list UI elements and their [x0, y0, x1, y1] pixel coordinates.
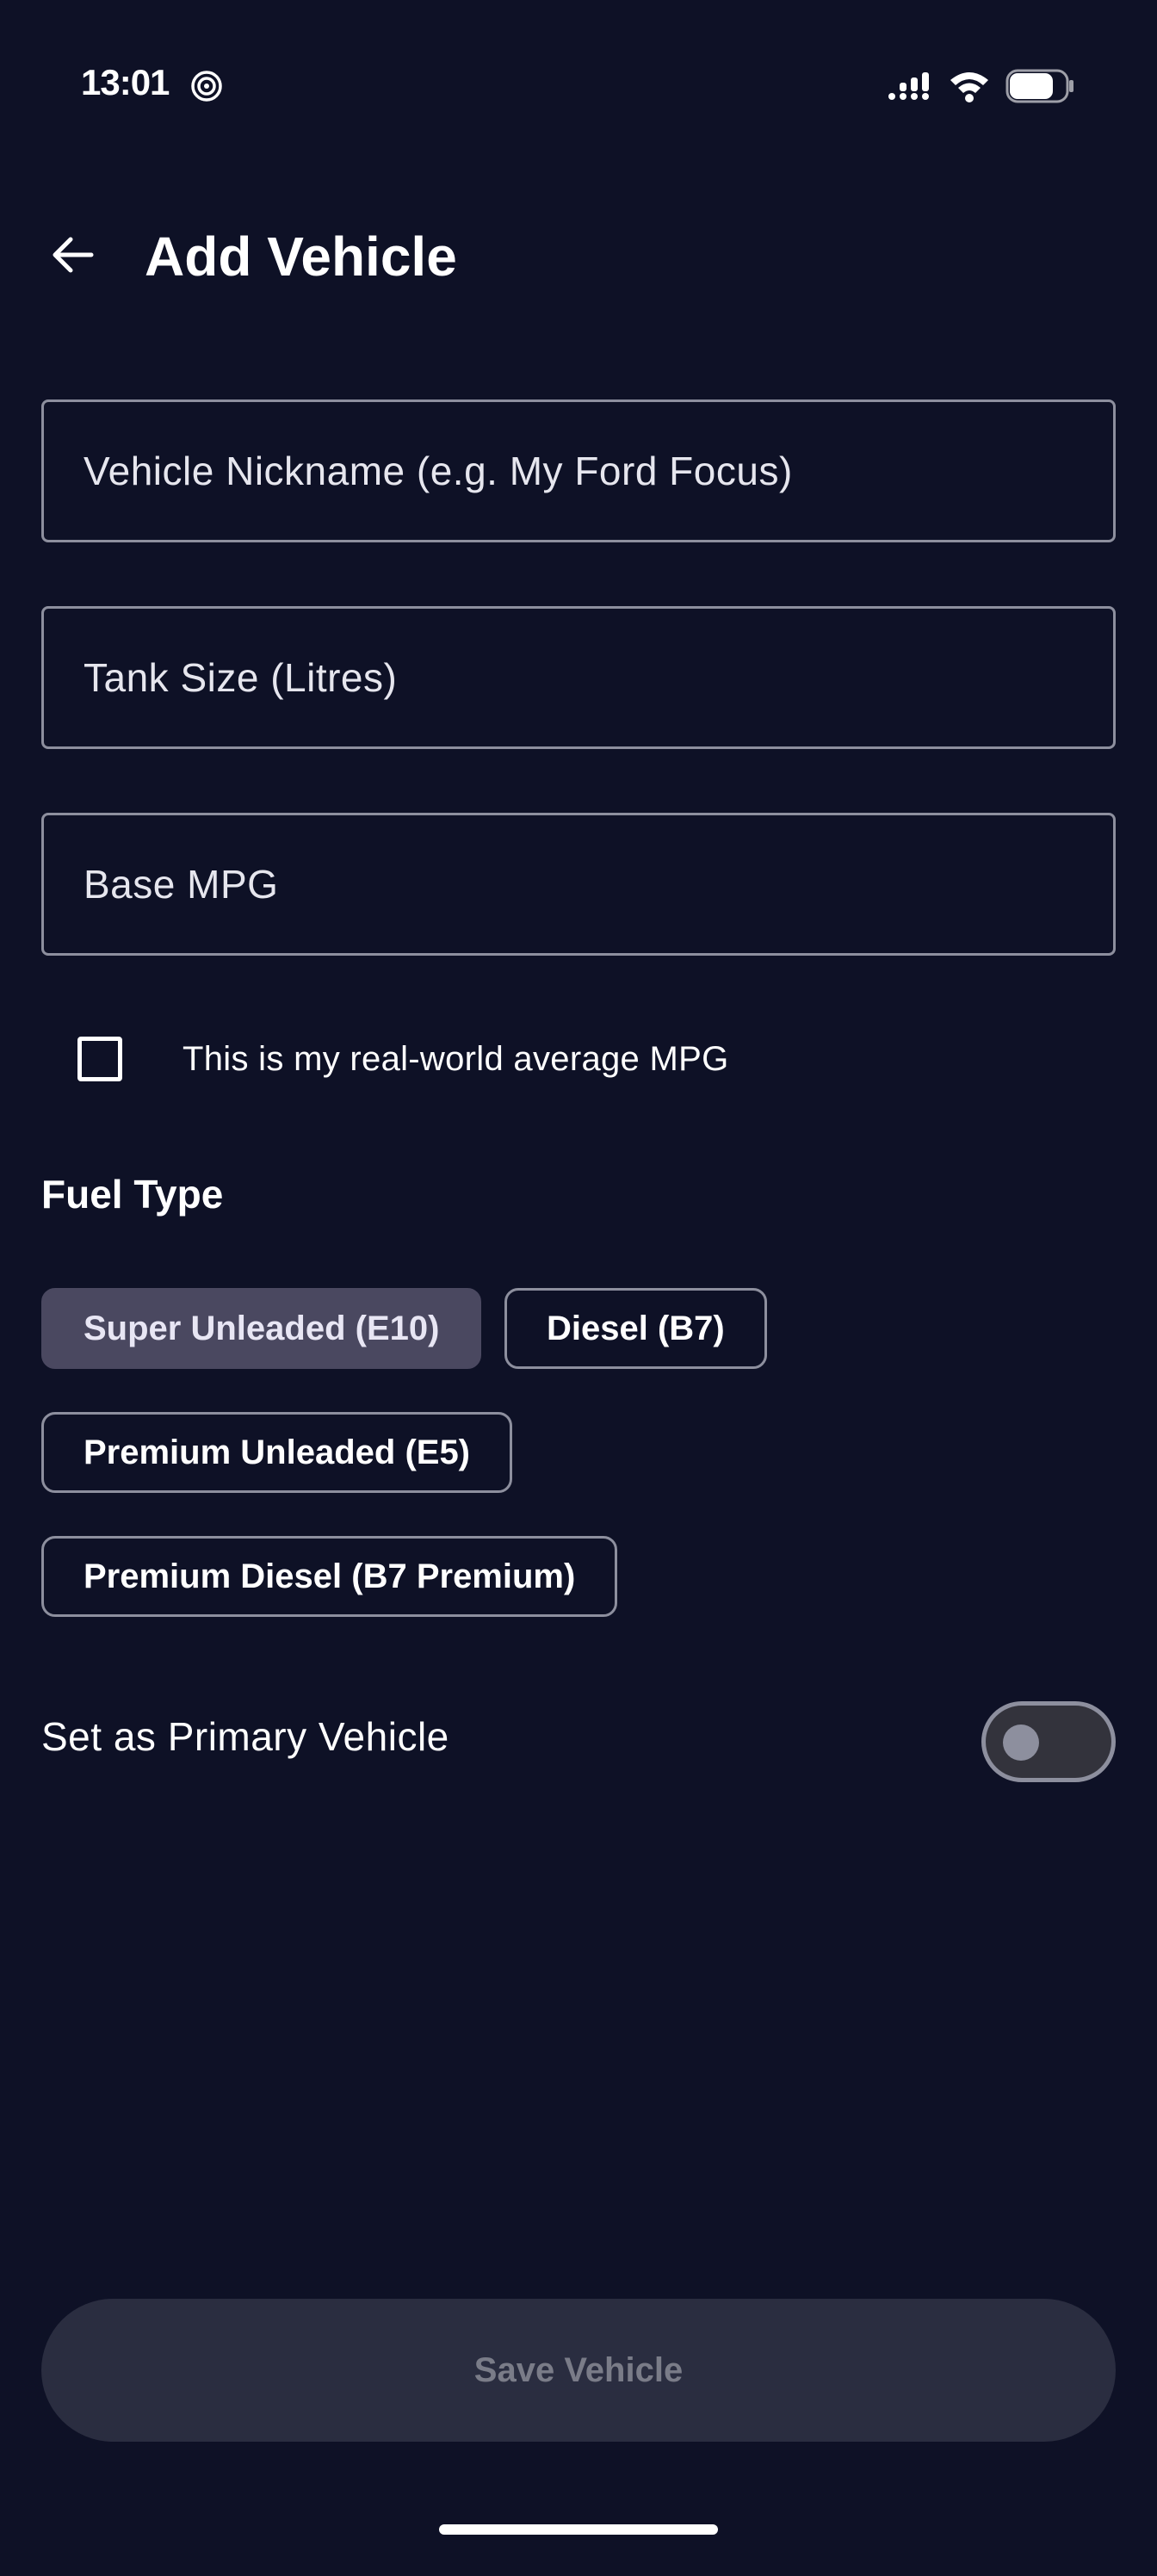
home-indicator[interactable]	[439, 2524, 718, 2535]
status-bar: 13:01	[0, 0, 1157, 172]
tank-size-field[interactable]	[41, 606, 1116, 749]
vehicle-nickname-input[interactable]	[44, 402, 1113, 540]
real-world-mpg-label: This is my real-world average MPG	[183, 1039, 729, 1078]
tank-size-input[interactable]	[44, 609, 1113, 746]
vehicle-nickname-field[interactable]	[41, 399, 1116, 542]
chip-diesel[interactable]: Diesel (B7)	[504, 1288, 767, 1369]
real-world-mpg-checkbox[interactable]	[77, 1037, 122, 1081]
status-icons	[888, 67, 1076, 105]
status-time: 13:01	[81, 62, 170, 102]
toggle-knob	[1003, 1725, 1039, 1761]
fuel-type-heading: Fuel Type	[41, 1172, 224, 1217]
primary-vehicle-label: Set as Primary Vehicle	[41, 1714, 449, 1759]
spiral-icon	[191, 71, 222, 102]
app-bar: Add Vehicle	[0, 198, 1157, 310]
arrow-left-icon	[53, 237, 94, 273]
save-vehicle-button[interactable]: Save Vehicle	[41, 2299, 1116, 2442]
signal-icon	[888, 72, 929, 100]
chip-premium-unleaded[interactable]: Premium Unleaded (E5)	[41, 1412, 513, 1493]
base-mpg-input[interactable]	[44, 815, 1113, 953]
real-world-mpg-row[interactable]: This is my real-world average MPG	[41, 1016, 988, 1102]
page-title: Add Vehicle	[145, 226, 457, 288]
battery-icon	[1005, 69, 1073, 103]
chip-super-unleaded[interactable]: Super Unleaded (E10)	[41, 1288, 482, 1369]
back-button[interactable]	[41, 224, 103, 286]
add-vehicle-screen: 13:01 Add Vehicle Vehicle Nickname (e.g.…	[0, 0, 1157, 2576]
primary-vehicle-toggle[interactable]	[981, 1701, 1116, 1782]
base-mpg-field[interactable]	[41, 813, 1116, 956]
wifi-icon	[950, 72, 988, 102]
chip-premium-diesel[interactable]: Premium Diesel (B7 Premium)	[41, 1536, 618, 1617]
